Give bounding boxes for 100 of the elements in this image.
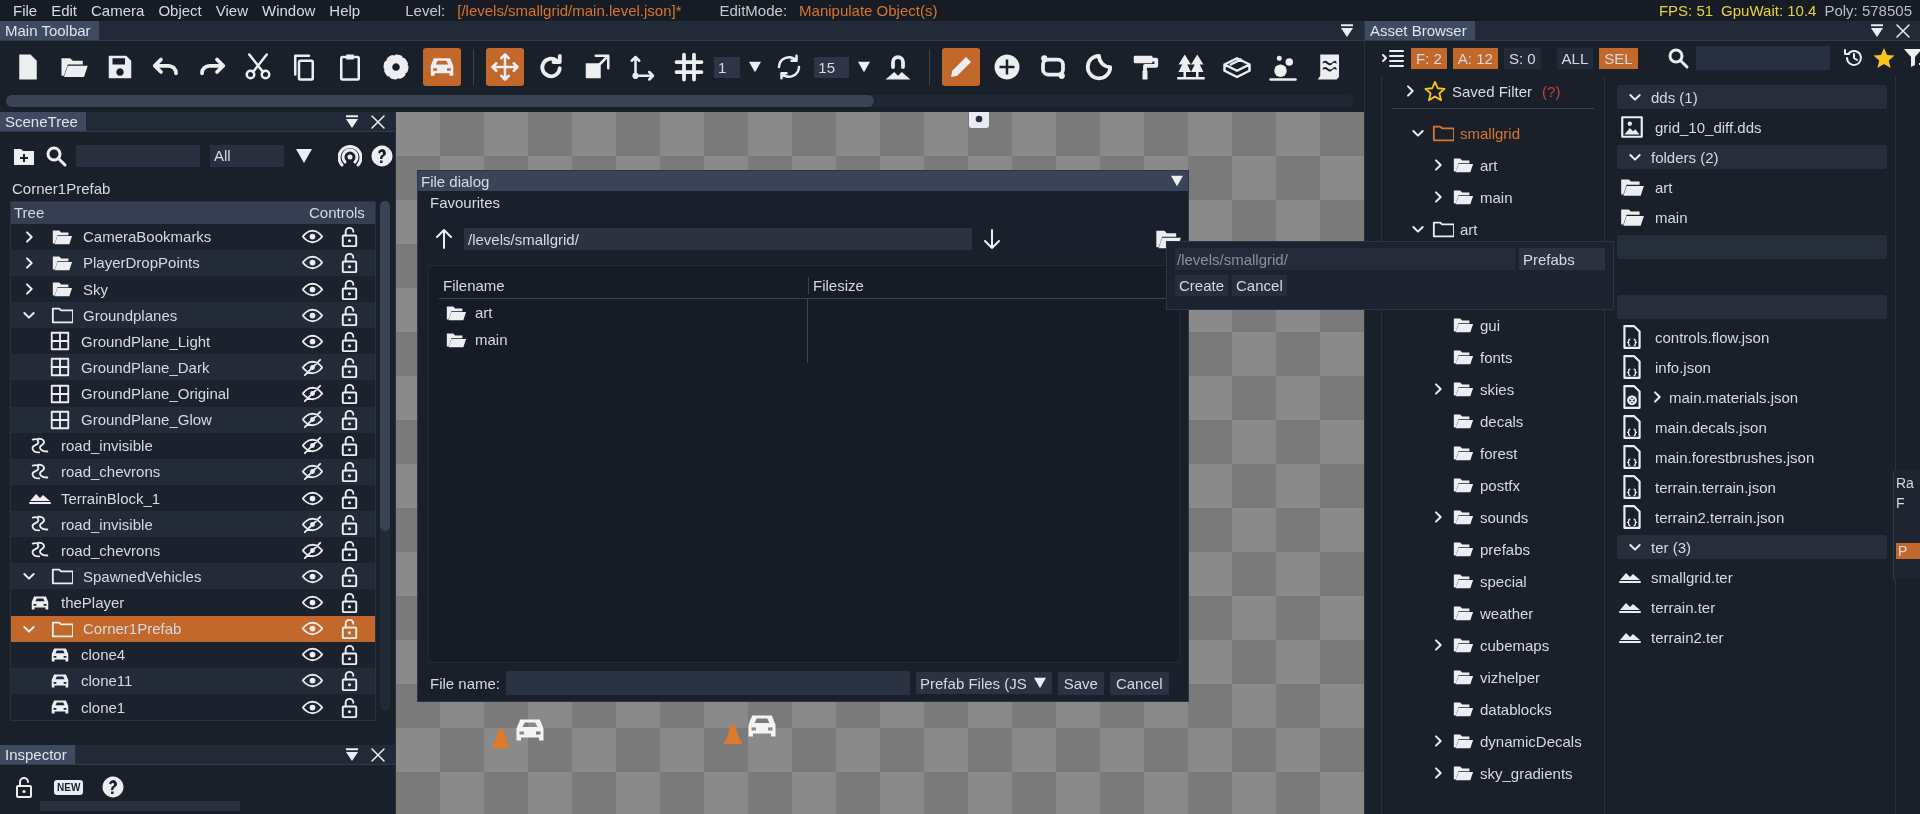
filter-toggle[interactable]: ALL xyxy=(1556,47,1594,69)
filter-toggle[interactable]: S: 0 xyxy=(1503,47,1541,69)
popup-button[interactable]: Create xyxy=(1175,275,1229,296)
folder-name[interactable]: smallgrid xyxy=(1460,124,1520,142)
object-name: PlayerDropPoints xyxy=(83,254,200,272)
object-name: CameraBookmarks xyxy=(83,228,212,246)
object-name: road_chevrons xyxy=(61,541,161,559)
level-path: [/levels/smallgrid/main.level.json]* xyxy=(457,2,682,19)
asset-name[interactable]: art xyxy=(1655,178,1673,196)
panel-label: Ra xyxy=(1896,474,1915,493)
folder-name[interactable]: decals xyxy=(1480,412,1524,430)
tree-row[interactable]: clone11 xyxy=(11,667,375,694)
group-header[interactable]: folders (2) xyxy=(1617,145,1887,169)
asset-name[interactable]: main.forestbrushes.json xyxy=(1655,448,1815,466)
popup-button[interactable]: Cancel xyxy=(1232,275,1287,296)
menu-item[interactable]: Edit xyxy=(44,2,85,19)
dialog-button[interactable]: Save xyxy=(1057,671,1104,695)
folder-name-field[interactable]: Prefabs xyxy=(1519,248,1605,270)
asset-name[interactable]: main.materials.json xyxy=(1669,388,1799,406)
dialog-button[interactable]: Cancel xyxy=(1109,671,1169,695)
menu-item[interactable]: Camera xyxy=(84,2,152,19)
folder-name[interactable]: cubemaps xyxy=(1480,636,1550,654)
object-name: SpawnedVehicles xyxy=(83,567,202,585)
folder-name[interactable]: dynamicDecals xyxy=(1480,732,1582,750)
editmode-label: EditMode: xyxy=(719,2,788,19)
menu-item[interactable]: Help xyxy=(322,2,368,19)
asset-name[interactable]: terrain.ter xyxy=(1651,598,1716,616)
menu-item[interactable]: File xyxy=(6,2,45,19)
menu-item[interactable]: Object xyxy=(151,2,209,19)
stat-readout: FPS: 51 xyxy=(1658,2,1714,19)
object-name: GroundPlane_Glow xyxy=(81,411,212,429)
file-row[interactable]: art xyxy=(439,299,807,326)
object-name: Sky xyxy=(83,280,108,298)
folder-name[interactable]: art xyxy=(1480,156,1498,174)
file-type-dropdown[interactable]: Prefab Files (JS xyxy=(916,672,1052,694)
folder-name[interactable]: special xyxy=(1480,572,1527,590)
folder-name[interactable]: prefabs xyxy=(1480,540,1531,558)
folder-name[interactable]: fonts xyxy=(1480,348,1513,366)
object-name: thePlayer xyxy=(61,594,125,611)
folder-name[interactable]: art xyxy=(1460,220,1478,238)
folder-name[interactable]: gui xyxy=(1480,316,1501,334)
folder-name[interactable]: weather xyxy=(1480,604,1534,622)
tree-row[interactable]: road_invisible xyxy=(11,511,375,538)
panel-tab[interactable]: SceneTree xyxy=(0,112,86,131)
filter-dropdown[interactable]: All xyxy=(210,145,284,167)
panel-tab[interactable]: Inspector xyxy=(0,745,75,764)
level-label: Level: xyxy=(405,2,446,19)
menu-item[interactable]: View xyxy=(208,2,255,19)
folder-name[interactable]: main xyxy=(1480,188,1513,206)
group-header[interactable]: dds (1) xyxy=(1617,85,1887,109)
tree-row[interactable]: PlayerDropPoints xyxy=(11,249,375,276)
column-header: Filesize xyxy=(812,276,864,294)
stat-readout: Poly: 578505 xyxy=(1824,2,1912,19)
path-field[interactable]: /levels/smallgrid/ xyxy=(464,228,972,250)
panel-tab[interactable]: Asset Browser xyxy=(1365,21,1475,40)
object-name: GroundPlane_Light xyxy=(81,332,211,350)
tree-row[interactable]: SpawnedVehicles xyxy=(11,563,375,590)
object-name: GroundPlane_Dark xyxy=(81,358,210,376)
object-name: clone4 xyxy=(81,646,126,664)
tree-row[interactable]: GroundPlane_Dark xyxy=(11,354,375,381)
asset-name[interactable]: smallgrid.ter xyxy=(1651,568,1733,586)
menu-item[interactable]: Window xyxy=(255,2,323,19)
selected-object-label: Corner1Prefab xyxy=(11,179,112,199)
folder-name[interactable]: vizhelper xyxy=(1480,668,1541,686)
asset-name[interactable]: controls.flow.json xyxy=(1655,328,1770,346)
object-name: road_invisible xyxy=(61,515,153,533)
asset-name[interactable]: terrain2.ter xyxy=(1651,628,1724,646)
column-header: Tree xyxy=(13,204,46,222)
asset-name[interactable]: info.json xyxy=(1655,358,1711,376)
object-name: GroundPlane_Original xyxy=(81,385,230,402)
asset-name[interactable]: terrain2.terrain.json xyxy=(1655,508,1785,526)
tree-row[interactable]: Groundplanes xyxy=(11,302,375,329)
folder-name[interactable]: forest xyxy=(1480,444,1518,462)
new-badge[interactable]: NEW xyxy=(54,779,84,795)
column-header: Filename xyxy=(439,276,809,294)
step-field[interactable]: 15 xyxy=(814,56,850,78)
object-name: TerrainBlock_1 xyxy=(61,489,161,507)
stat-readout: GpuWait: 10.4 xyxy=(1721,2,1817,19)
asset-name[interactable]: main xyxy=(1655,208,1688,226)
asset-name[interactable]: grid_10_diff.dds xyxy=(1655,118,1762,136)
file-name-label: File name: xyxy=(430,674,501,692)
folder-name[interactable]: sky_gradients xyxy=(1480,764,1573,782)
asset-name[interactable]: terrain.terrain.json xyxy=(1655,478,1776,496)
object-name: road_chevrons xyxy=(61,463,161,481)
tree-row[interactable]: road_chevrons xyxy=(11,458,375,485)
folder-name[interactable]: skies xyxy=(1480,380,1515,398)
folder-name[interactable]: postfx xyxy=(1480,476,1521,494)
favourites-label[interactable]: Favourites xyxy=(418,191,501,211)
tree-row[interactable]: GroundPlane_Glow xyxy=(11,406,375,433)
path-field[interactable]: /levels/smallgrid/ xyxy=(1175,248,1515,270)
folder-name[interactable]: datablocks xyxy=(1480,700,1552,718)
panel-label: F xyxy=(1896,494,1906,513)
file-row[interactable]: main xyxy=(439,326,807,353)
group-header[interactable]: ter (3) xyxy=(1617,535,1887,559)
asset-name[interactable]: main.decals.json xyxy=(1655,418,1767,436)
panel-tab[interactable]: Main Toolbar xyxy=(0,21,99,40)
saved-filter-label[interactable]: Saved Filter xyxy=(1452,82,1533,100)
folder-name[interactable]: sounds xyxy=(1480,508,1529,526)
object-name: road_invisible xyxy=(61,437,153,455)
step-field[interactable]: 1 xyxy=(714,56,741,78)
